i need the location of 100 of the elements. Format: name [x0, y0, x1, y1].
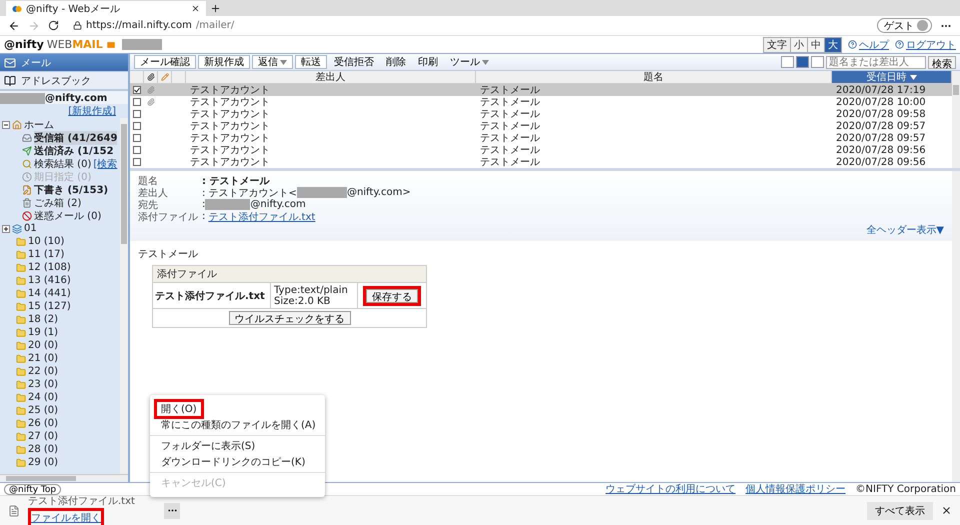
new-tab-icon[interactable] — [210, 3, 221, 14]
sender-cell-text: テストアカウント — [190, 120, 270, 133]
back-icon[interactable] — [8, 20, 20, 32]
reload-icon[interactable] — [48, 20, 59, 31]
folder-label[interactable]: 10 (10) — [28, 236, 64, 247]
search-link[interactable]: [検索 — [93, 156, 118, 170]
scrollbar[interactable] — [120, 118, 128, 474]
folder-label[interactable]: 受信箱 (41/2649 — [34, 130, 118, 144]
file-icon — [8, 504, 20, 516]
checkbox[interactable] — [133, 146, 141, 154]
sidebar-nav-item[interactable]: メール — [0, 54, 128, 72]
checkbox[interactable] — [133, 158, 141, 166]
font-size-label: 文字 — [764, 38, 790, 52]
folder-label[interactable]: ごみ箱 (2) — [34, 196, 82, 210]
email-address: @nifty.com> — [346, 187, 411, 198]
view-toggle[interactable] — [811, 56, 824, 68]
save-button[interactable]: 保存する — [366, 288, 418, 302]
nifty-top-button[interactable]: @nifty Top — [4, 484, 62, 494]
folder-label[interactable]: 26 (0) — [28, 418, 58, 429]
column-header[interactable]: 受信日時 — [832, 71, 952, 83]
folder-label[interactable]: 15 (127) — [28, 301, 71, 312]
folder-label[interactable]: 検索結果 (0) — [34, 156, 92, 170]
more-button[interactable] — [164, 502, 180, 518]
scrollbar[interactable] — [0, 474, 128, 482]
folder-label[interactable]: 13 (416) — [28, 275, 71, 286]
header-link[interactable]: ヘルプ — [848, 38, 889, 52]
folder-icon — [16, 236, 26, 246]
full-header-link[interactable]: 全ヘッダー表示▼ — [866, 223, 944, 237]
folder-label[interactable]: 23 (0) — [28, 379, 58, 390]
collapse-icon[interactable] — [2, 120, 10, 128]
folder-label[interactable]: 迷惑メール (0) — [34, 208, 102, 222]
folder-label[interactable]: ホーム — [24, 118, 54, 132]
book-icon — [4, 74, 16, 86]
folder-label[interactable]: 12 (108) — [28, 262, 71, 273]
sender-cell-text: テストアカウント — [190, 108, 270, 121]
toolbar-button[interactable]: メール確認 — [134, 55, 196, 69]
folder-label[interactable]: 27 (0) — [28, 431, 58, 442]
profile-button[interactable]: ゲスト — [877, 18, 932, 33]
footer-link[interactable]: ウェブサイトの利用について — [606, 482, 736, 496]
open-file-link[interactable]: ファイルを開く — [28, 508, 104, 525]
folder-icon — [16, 354, 26, 364]
message-row[interactable]: テストアカウント テストメール 2020/07/28 17:19 — [130, 84, 952, 96]
toolbar-button[interactable]: 新規作成 — [198, 55, 250, 69]
folder-label[interactable]: 21 (0) — [28, 353, 58, 364]
folder-icon — [16, 276, 26, 286]
toolbar-button[interactable]: 受信拒否 — [329, 55, 379, 69]
checkbox[interactable] — [133, 98, 141, 106]
font-size-option[interactable]: 大 — [824, 38, 841, 52]
header-label: 添付ファイル — [138, 210, 199, 224]
virus-check-button[interactable]: ウイルスチェックをする — [228, 311, 350, 325]
browser-tab[interactable]: @nifty - Webメール — [6, 1, 206, 16]
toolbar-button[interactable]: 転送 — [295, 55, 327, 69]
sender-cell-text: テストアカウント — [190, 84, 270, 97]
checkbox[interactable] — [133, 110, 141, 118]
folder-label[interactable]: 19 (1) — [28, 327, 58, 338]
folder-label[interactable]: 11 (17) — [28, 249, 64, 260]
view-toggle[interactable] — [781, 56, 794, 68]
checkbox[interactable] — [133, 86, 141, 94]
ban-icon — [22, 210, 32, 220]
folder-label[interactable]: 20 (0) — [28, 340, 58, 351]
font-size-option[interactable]: 小 — [790, 38, 807, 52]
font-size-option[interactable]: 中 — [807, 38, 824, 52]
folder-label[interactable]: 28 (0) — [28, 444, 58, 455]
folder-label[interactable]: 29 (0) — [28, 457, 58, 468]
view-toggle[interactable] — [796, 56, 809, 68]
pencil-icon — [160, 73, 168, 81]
expand-icon[interactable] — [2, 224, 10, 232]
address-bar[interactable]: https://mail.nifty.com /mailer/ — [67, 18, 869, 34]
attachment-name: テスト添付ファイル.txt — [153, 283, 271, 308]
menu-item[interactable]: 開く(O) — [154, 399, 204, 419]
checkbox[interactable] — [133, 134, 141, 142]
toolbar-button[interactable]: 削除 — [381, 55, 411, 69]
close-icon[interactable] — [191, 4, 200, 13]
folder-label[interactable]: 22 (0) — [28, 366, 58, 377]
checkbox[interactable] — [133, 122, 141, 130]
folder-label[interactable]: 下書き (5/153) — [34, 182, 108, 196]
toolbar-button[interactable]: ツール — [445, 55, 494, 69]
folder-label[interactable]: 24 (0) — [28, 392, 58, 403]
footer-link[interactable]: 個人情報保護ポリシー — [746, 482, 846, 496]
attachment-link[interactable]: テスト添付ファイル.txt — [208, 210, 316, 224]
folder-label[interactable]: 01 — [24, 223, 37, 234]
search-field[interactable]: 題名または差出人 — [826, 56, 926, 68]
header-link[interactable]: ログアウト — [895, 38, 956, 52]
sidebar-nav-item[interactable]: アドレスブック — [0, 72, 128, 90]
folder-label[interactable]: 25 (0) — [28, 405, 58, 416]
toolbar-button[interactable]: 印刷 — [413, 55, 443, 69]
new-folder-link[interactable]: [新規作成] — [68, 104, 116, 118]
show-all-button[interactable]: すべて表示 — [867, 502, 933, 520]
close-icon[interactable] — [941, 505, 952, 516]
redacted-block — [205, 199, 250, 210]
scrollbar[interactable] — [952, 171, 960, 482]
folder-label[interactable]: 18 (2) — [28, 314, 58, 325]
folder-label[interactable]: 送信済み (1/152 — [34, 144, 114, 158]
column-header[interactable]: 差出人 — [186, 71, 476, 83]
caret-icon — [482, 60, 489, 64]
toolbar-button[interactable]: 返信 — [252, 55, 293, 69]
search-button[interactable]: 検索 — [928, 56, 956, 68]
scrollbar[interactable] — [952, 71, 960, 168]
folder-icon — [16, 458, 26, 468]
folder-label[interactable]: 14 (441) — [28, 288, 71, 299]
